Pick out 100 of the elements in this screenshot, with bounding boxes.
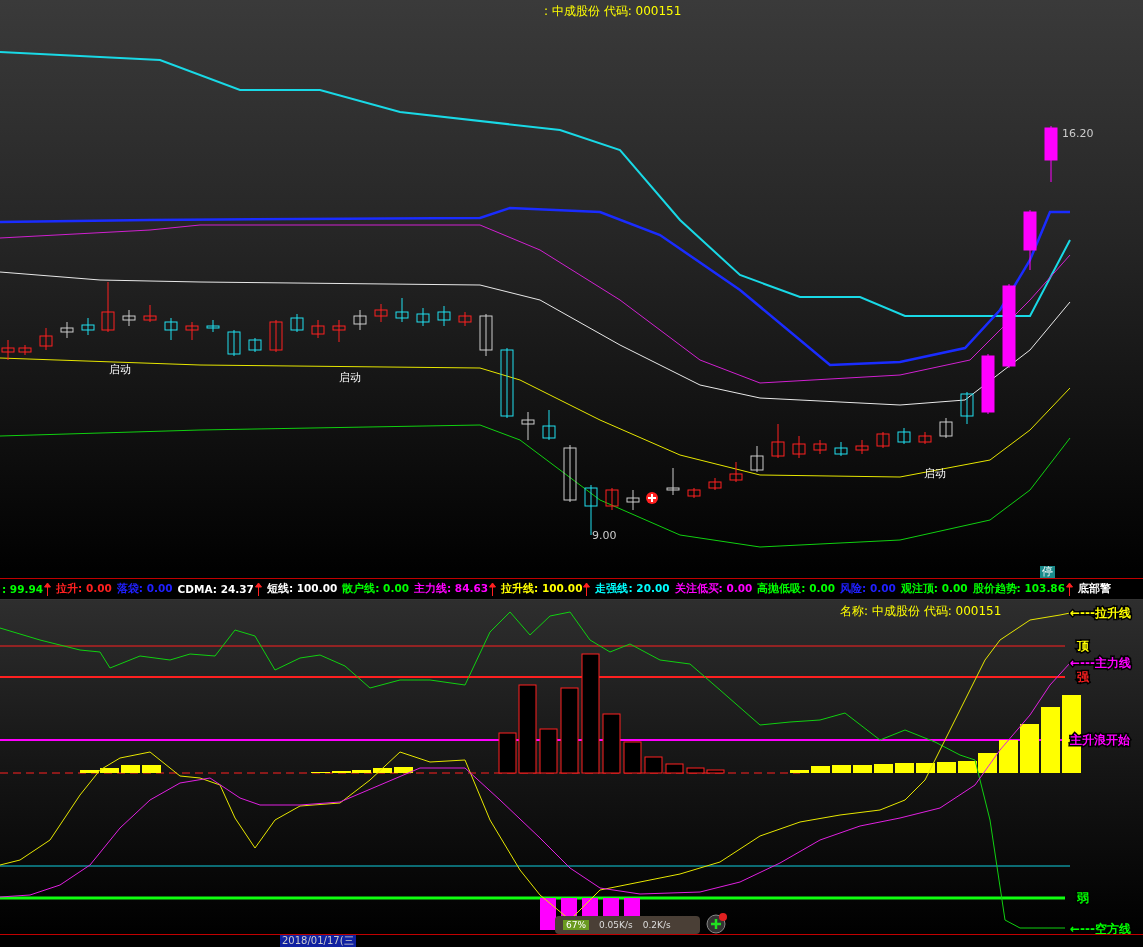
indicator-value: 走强线: 20.00 (595, 582, 670, 596)
indicator-value: 落袋: 0.00 (116, 582, 173, 596)
candlestick (542, 409, 556, 441)
chart-title: : 中成股份 代码: 000151 (544, 3, 682, 20)
candlestick (290, 313, 304, 333)
indicator-value: 风险: 0.00 (840, 582, 896, 596)
download-speed: 0.2K/s (642, 920, 671, 930)
candlestick (855, 439, 869, 455)
candlestick (479, 313, 493, 357)
candlestick (1, 339, 15, 361)
histogram-bar (121, 765, 140, 773)
date-label: 2018/01/17(三 (280, 935, 356, 947)
candlestick (605, 487, 619, 511)
candlestick (918, 431, 932, 445)
candlestick (750, 445, 764, 473)
histogram-bar (832, 765, 851, 773)
candlestick (353, 309, 367, 331)
indicator-value: 短线: 100.00 (266, 582, 338, 596)
indicator-value: 拉升线: 100.00 (501, 582, 583, 596)
candlestick (458, 311, 472, 327)
low-price-label: 9.00 (592, 529, 617, 542)
line-label: ←---空方线 (1070, 922, 1131, 934)
histogram-bar (790, 770, 809, 773)
indicator-value: 股价趋势: 103.86 (972, 582, 1065, 596)
histogram-bar (142, 765, 161, 773)
histogram-bar (602, 713, 621, 774)
candlestick (143, 304, 157, 323)
histogram-bar (1041, 707, 1060, 773)
candlestick (666, 467, 680, 496)
histogram-bar (937, 762, 956, 773)
indicator-value: 关注低买: 0.00 (674, 582, 753, 596)
histogram-bar (540, 898, 556, 930)
upload-speed: 0.05K/s (599, 920, 633, 930)
line-label: 弱 (1077, 891, 1089, 905)
indicator-value: 高抛低吸: 0.00 (757, 582, 836, 596)
candlestick (122, 309, 136, 327)
chart-title: 名称: 中成股份 代码: 000151 (840, 603, 1002, 620)
histogram-bar (623, 741, 642, 774)
histogram-bar (916, 763, 935, 773)
indicator-value: CDMA: 24.37 (177, 583, 254, 595)
histogram-bar (373, 768, 392, 773)
candlestick (416, 307, 430, 327)
usage-label: 67% (563, 920, 589, 930)
candlestick (939, 417, 953, 439)
indicator-value: 观注顶: 0.00 (900, 582, 968, 596)
start-marker: 启动 (924, 467, 946, 480)
candlestick (227, 329, 241, 357)
line-label: 强 (1077, 670, 1089, 684)
candlestick (813, 439, 827, 455)
candlestick (248, 337, 262, 353)
candlestick (311, 319, 325, 339)
candlestick (18, 344, 32, 356)
candlestick (206, 319, 220, 333)
candlestick (60, 321, 74, 339)
candlestick (876, 431, 890, 449)
histogram-bar (853, 765, 872, 773)
candlestick (626, 489, 640, 511)
histogram-bar (394, 767, 413, 773)
histogram-bar (811, 766, 830, 773)
candlestick (1023, 209, 1037, 271)
candlestick (834, 441, 848, 457)
candlestick (729, 461, 743, 483)
candlestick (374, 303, 388, 323)
histogram-bar (1020, 724, 1039, 773)
candlestick (437, 305, 451, 327)
line-label: 顶 (1077, 639, 1089, 653)
candlestick (708, 477, 722, 491)
high-price-label: 16.20 (1062, 127, 1094, 140)
histogram-bar (644, 756, 663, 774)
candlestick (269, 319, 283, 353)
candlestick (521, 411, 535, 441)
indicator-value: 拉升: 0.00 (56, 582, 112, 596)
line-label: ←---主力线 (1070, 656, 1131, 670)
candlestick (687, 487, 701, 499)
candlestick (500, 347, 514, 419)
histogram-bar (874, 764, 893, 773)
add-circle-icon[interactable] (706, 912, 728, 934)
candlestick (332, 319, 346, 343)
indicator-value: 底部警 (1078, 582, 1111, 596)
candlestick (101, 281, 115, 333)
histogram-bar (539, 728, 558, 774)
indicator-value: 主力线: 84.63 (414, 582, 489, 596)
candlestick (771, 423, 785, 459)
candlestick (1044, 125, 1058, 183)
histogram-bar (665, 763, 684, 774)
candlestick (185, 321, 199, 341)
histogram-bar (999, 740, 1018, 773)
candlestick (81, 317, 95, 336)
candlestick (792, 435, 806, 459)
candlestick (395, 297, 409, 323)
candlestick (39, 327, 53, 351)
candlestick (897, 427, 911, 445)
start-marker: 启动 (109, 363, 131, 376)
candlestick (960, 391, 974, 425)
candlestick (981, 353, 995, 415)
histogram-bar (895, 763, 914, 773)
halt-badge: 停 (1040, 566, 1055, 578)
start-marker: 启动 (339, 371, 361, 384)
candlestick (164, 317, 178, 341)
plus-circle-icon (646, 492, 658, 504)
